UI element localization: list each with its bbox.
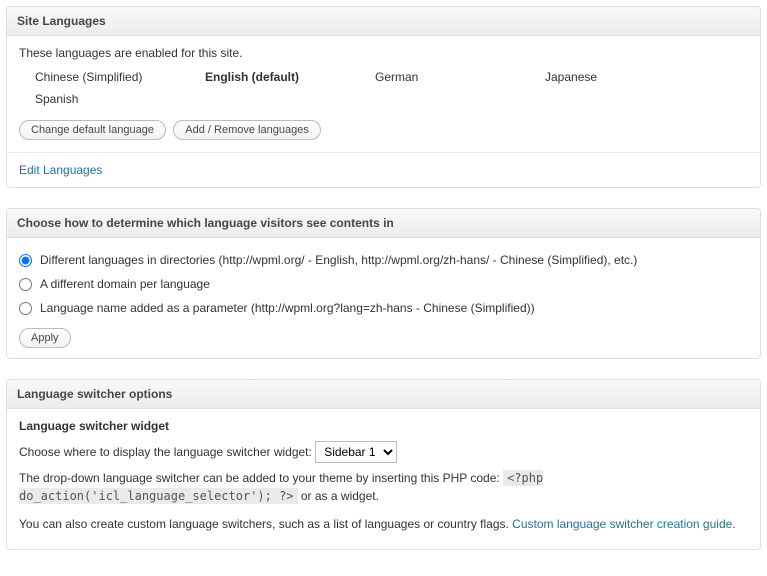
url-format-option[interactable]: A different domain per language	[19, 272, 748, 296]
language-list: Chinese (Simplified)English (default)Ger…	[35, 66, 748, 110]
change-default-language-button[interactable]: Change default language	[19, 120, 166, 140]
url-format-radio[interactable]	[19, 254, 32, 267]
site-languages-title: Site Languages	[17, 14, 750, 28]
custom-switcher-text: You can also create custom language swit…	[19, 517, 512, 531]
language-item: Spanish	[35, 88, 205, 110]
dropdown-help-text-2: or as a widget.	[298, 489, 379, 503]
url-format-panel: Choose how to determine which language v…	[6, 208, 761, 359]
url-format-header: Choose how to determine which language v…	[7, 209, 760, 238]
language-switcher-title: Language switcher options	[17, 387, 750, 401]
edit-languages-link[interactable]: Edit Languages	[19, 163, 102, 177]
language-switcher-body: Language switcher widget Choose where to…	[7, 409, 760, 549]
site-languages-header: Site Languages	[7, 7, 760, 36]
apply-button[interactable]: Apply	[19, 328, 71, 348]
language-item: Chinese (Simplified)	[35, 66, 205, 88]
site-languages-intro: These languages are enabled for this sit…	[19, 46, 748, 60]
language-switcher-panel: Language switcher options Language switc…	[6, 379, 761, 550]
url-format-radio[interactable]	[19, 302, 32, 315]
url-format-option-label: Different languages in directories (http…	[40, 253, 637, 267]
url-format-radio[interactable]	[19, 278, 32, 291]
custom-switcher-guide-link[interactable]: Custom language switcher creation guide	[512, 517, 732, 531]
switcher-widget-heading: Language switcher widget	[19, 419, 748, 433]
url-format-title: Choose how to determine which language v…	[17, 216, 750, 230]
custom-switcher-period: .	[732, 517, 735, 531]
language-item: English (default)	[205, 66, 375, 88]
language-item: German	[375, 66, 545, 88]
dropdown-help-text-1: The drop-down language switcher can be a…	[19, 471, 503, 485]
choose-widget-location-label: Choose where to display the language swi…	[19, 445, 312, 459]
widget-location-select[interactable]: Sidebar 1	[315, 441, 397, 463]
site-languages-body: These languages are enabled for this sit…	[7, 36, 760, 187]
url-format-option-label: A different domain per language	[40, 277, 210, 291]
divider	[7, 152, 760, 153]
add-remove-languages-button[interactable]: Add / Remove languages	[173, 120, 321, 140]
language-item: Japanese	[545, 66, 715, 88]
url-format-option[interactable]: Language name added as a parameter (http…	[19, 296, 748, 320]
site-languages-panel: Site Languages These languages are enabl…	[6, 6, 761, 188]
language-switcher-header: Language switcher options	[7, 380, 760, 409]
url-format-option[interactable]: Different languages in directories (http…	[19, 248, 748, 272]
url-format-option-label: Language name added as a parameter (http…	[40, 301, 535, 315]
url-format-body: Different languages in directories (http…	[7, 238, 760, 358]
